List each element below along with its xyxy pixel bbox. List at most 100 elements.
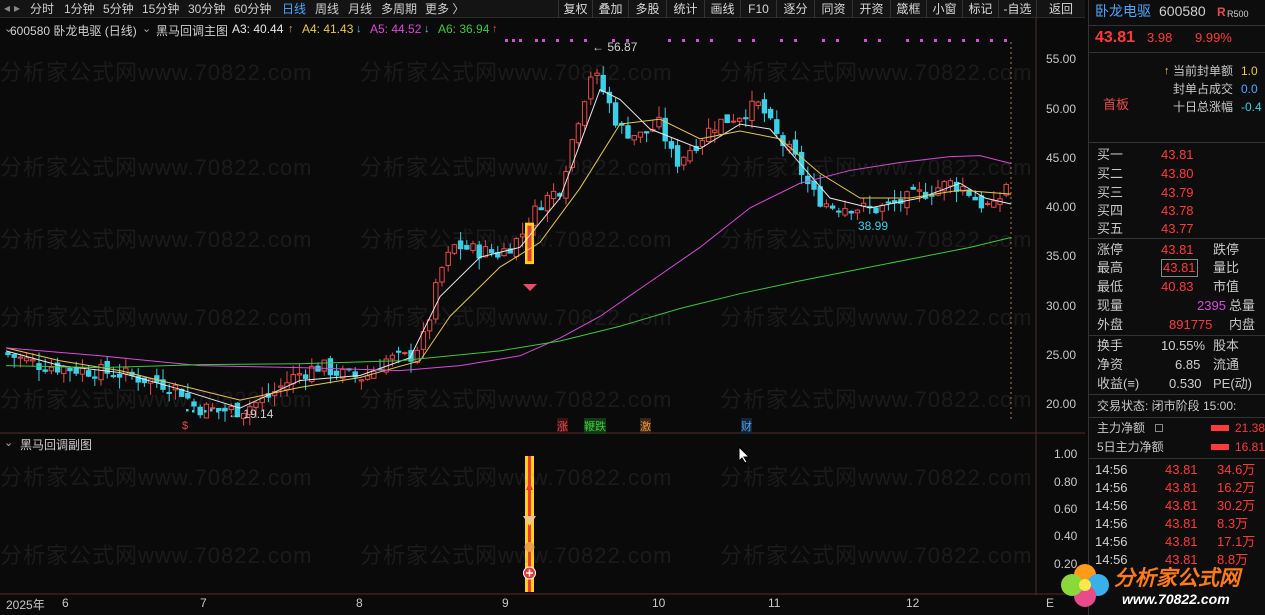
period-tab[interactable]: 分时 — [30, 2, 54, 16]
period-tab[interactable]: 多周期 — [381, 2, 417, 16]
toolbar-button[interactable]: 标记 — [962, 0, 998, 18]
toolbar-button[interactable]: 同资 — [814, 0, 852, 18]
candle-body — [402, 352, 408, 355]
candle-body — [873, 207, 879, 214]
bid-label: 买四 — [1097, 203, 1124, 218]
toolbar-button[interactable]: 逐分 — [776, 0, 814, 18]
candle-body — [823, 203, 830, 208]
high-price-value: 56.87 — [607, 40, 638, 54]
stat-label: 现量 — [1097, 298, 1124, 313]
r-badge-icon: R — [1217, 5, 1226, 19]
candle-body — [79, 367, 86, 375]
stat-label-2: 市值 — [1213, 279, 1240, 294]
candle-body — [321, 359, 327, 372]
index-tag: R500 — [1227, 9, 1249, 19]
signal-dot — [822, 39, 825, 42]
signal-dot — [668, 39, 671, 42]
toolbar-button[interactable]: 统计 — [666, 0, 704, 18]
candle-body — [774, 119, 780, 134]
quote-header: 卧龙电驱 600580 R R500 — [1089, 2, 1265, 24]
toolbar-button[interactable]: 箴框 — [890, 0, 926, 18]
candle-body — [5, 352, 11, 356]
flow-value: 21.38 — [1235, 421, 1265, 435]
stat-value: 6.85 — [1175, 357, 1201, 372]
stat-label: 最低 — [1097, 279, 1124, 294]
bid-row[interactable]: 买一 43.81 — [1089, 145, 1265, 164]
main-indicator-name[interactable]: 黑马回调主图 — [156, 22, 228, 39]
candle-body — [668, 141, 675, 149]
bid-price: 43.77 — [1161, 221, 1194, 236]
toolbar-button[interactable]: 画线 — [704, 0, 740, 18]
bid-row[interactable]: 买三 43.79 — [1089, 183, 1265, 202]
candle-body — [588, 76, 594, 100]
limit-label: 封单占成交 — [1173, 82, 1234, 96]
signal-dot — [542, 39, 545, 42]
bid-row[interactable]: 买四 43.78 — [1089, 201, 1265, 220]
period-tab[interactable]: 60分钟 — [234, 2, 271, 16]
signal-dot — [710, 39, 713, 42]
stat-label-2: 量比 — [1213, 260, 1240, 275]
indicator-collapse-icon[interactable]: ⌄ — [142, 22, 151, 35]
toolbar-button[interactable]: 叠加 — [592, 0, 628, 18]
toolbar-button[interactable]: -自选 — [998, 0, 1036, 18]
period-tab[interactable]: 月线 — [348, 2, 372, 16]
kline-chart-area[interactable] — [0, 18, 1085, 615]
toolbar-button[interactable]: 复权 — [558, 0, 592, 18]
toolbar-button[interactable]: F10 — [740, 0, 776, 18]
sub-indicator-name[interactable]: 黑马回调副图 — [20, 436, 92, 453]
stat-row: 最低 40.83 市值 — [1089, 277, 1265, 296]
period-more-tab[interactable]: 更多 〉 — [425, 2, 464, 16]
period-tab-active[interactable]: 日线 — [282, 2, 306, 16]
toolbar-button[interactable]: 小窗 — [926, 0, 962, 18]
high-price-annotation: ← 56.87 — [592, 40, 638, 54]
stat-value: 2395 — [1197, 298, 1226, 313]
sub-legend-collapse-icon[interactable]: ⌄ — [4, 436, 13, 449]
candle-body — [947, 180, 954, 187]
toolbar-button[interactable]: 多股 — [628, 0, 666, 18]
candle-body — [749, 100, 755, 122]
period-tab[interactable]: 1分钟 — [64, 2, 95, 16]
stat-row: 外盘 891775 内盘 — [1089, 315, 1265, 334]
date-axis-label: 11 — [768, 596, 781, 610]
divider — [1089, 25, 1265, 26]
bid-row[interactable]: 买五 43.77 — [1089, 219, 1265, 238]
candle-body — [631, 135, 637, 141]
tick-volume: 34.6万 — [1217, 462, 1256, 477]
signal-dot — [948, 39, 951, 42]
candle-body — [805, 175, 811, 185]
signal-dot — [535, 39, 538, 42]
tick-row: 14:56 43.81 34.6万 — [1089, 460, 1265, 479]
candle-body — [327, 358, 334, 376]
stock-name[interactable]: 卧龙电驱 — [1095, 2, 1151, 21]
period-tab[interactable]: 周线 — [315, 2, 339, 16]
signal-dot — [216, 410, 219, 413]
price-axis-label: 50.00 — [1046, 102, 1077, 116]
toolbar-left-arrow-icon[interactable]: ◂ — [4, 1, 10, 15]
candle-body — [538, 207, 544, 211]
flow-row: 5日主力净额 16.81 — [1089, 438, 1265, 457]
back-button[interactable]: 返回 — [1036, 0, 1085, 18]
period-tab[interactable]: 30分钟 — [188, 2, 225, 16]
toolbar-button[interactable]: 开资 — [852, 0, 890, 18]
signal-dot — [512, 39, 515, 42]
period-tab[interactable]: 15分钟 — [142, 2, 179, 16]
candle-body — [209, 407, 216, 410]
toolbar-right-arrow-icon[interactable]: ▸ — [14, 1, 20, 15]
candle-body — [736, 117, 743, 122]
limit-row: 封单占成交 0.0 — [1089, 80, 1265, 99]
candle-body — [984, 202, 991, 206]
tick-price: 43.81 — [1165, 480, 1198, 495]
candle-body — [699, 140, 706, 147]
period-tab[interactable]: 5分钟 — [103, 2, 134, 16]
flow-detail-icon[interactable] — [1155, 424, 1163, 432]
signal-dot — [556, 39, 559, 42]
limit-row: ↑ 当前封单额 1.0 — [1089, 62, 1265, 81]
candle-body — [433, 282, 439, 320]
bid-row[interactable]: 买二 43.80 — [1089, 164, 1265, 183]
flow-bar — [1211, 425, 1229, 431]
candle-body — [978, 195, 985, 209]
candle-body — [991, 200, 997, 208]
candle-body — [674, 145, 681, 167]
signal-marker: 鞭跌 — [584, 418, 606, 434]
signal-dot — [204, 410, 207, 413]
